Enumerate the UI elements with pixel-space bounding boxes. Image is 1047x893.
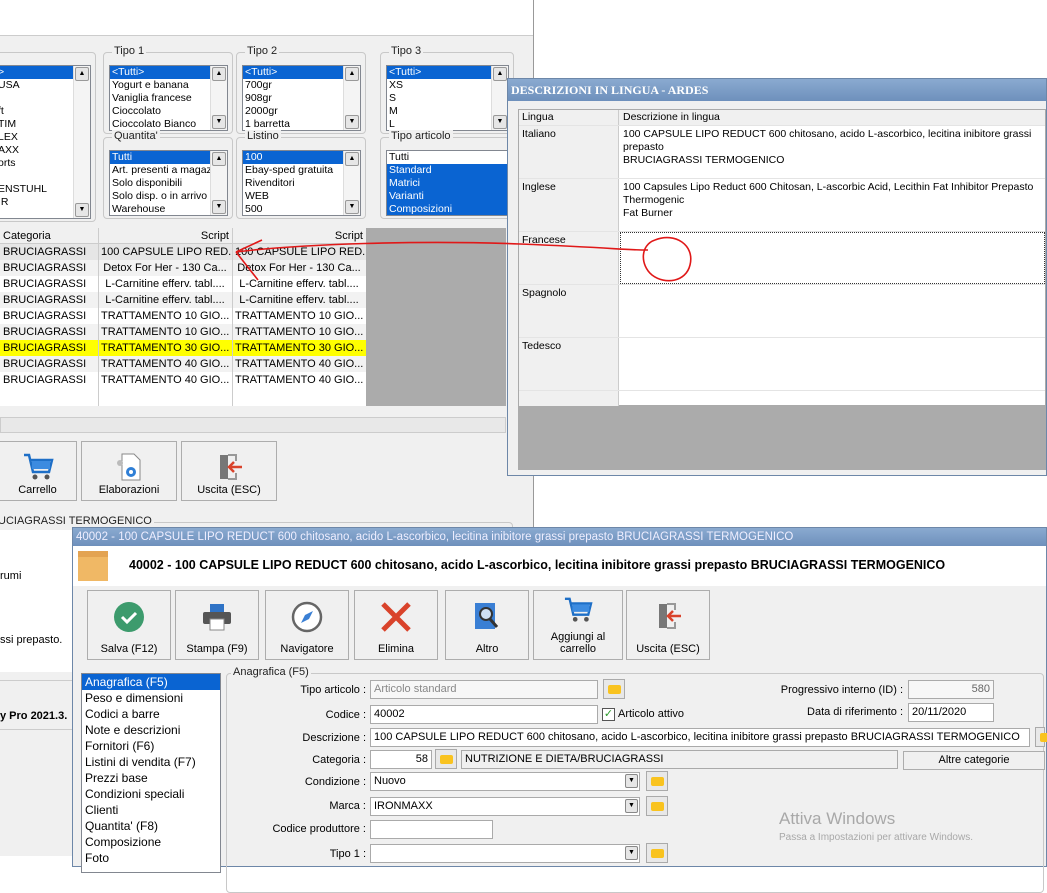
red-annotation-arrow	[235, 236, 692, 282]
